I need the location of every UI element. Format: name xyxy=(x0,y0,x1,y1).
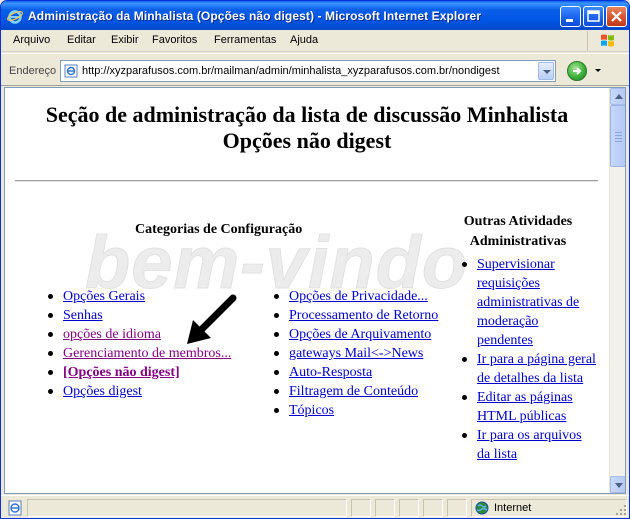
link-opcoes-digest[interactable]: Opções digest xyxy=(63,384,142,399)
menu-ajuda[interactable]: Ajuda xyxy=(290,34,318,46)
globe-icon xyxy=(475,501,489,515)
status-text-pane xyxy=(27,499,347,517)
close-icon xyxy=(611,11,622,22)
current-section-label: [Opções não digest] xyxy=(63,365,180,380)
list-item: Auto-Resposta xyxy=(274,363,439,382)
link-processamento-retorno[interactable]: Processamento de Retorno xyxy=(289,308,438,323)
status-pane xyxy=(375,499,395,517)
address-bar: Endereço http://xyzparafusos.com.br/mail… xyxy=(1,53,629,86)
scroll-up-button[interactable] xyxy=(610,88,625,105)
page-icon xyxy=(64,64,78,78)
content-viewport: Seção de administração da lista de discu… xyxy=(4,87,626,494)
page-status-icon xyxy=(8,500,22,516)
ie-logo-icon xyxy=(7,10,23,24)
minimize-icon xyxy=(566,19,573,22)
list-item: Gerenciamento de membros... xyxy=(47,344,231,363)
other-activities-title: Outras Atividades Administrativas xyxy=(443,212,593,252)
list-item: Ir para a página geral de detalhes da li… xyxy=(462,350,597,388)
link-opcoes-gerais[interactable]: Opções Gerais xyxy=(63,289,145,304)
list-item: Ir para os arquivos da lista xyxy=(462,426,597,464)
security-zone-label: Internet xyxy=(494,502,532,514)
categories-list-col2: Opções de Privacidade... Processamento d… xyxy=(274,287,439,420)
go-button[interactable] xyxy=(567,61,587,81)
address-label: Endereço xyxy=(9,65,57,77)
list-item: Editar as páginas HTML públicas xyxy=(462,388,597,426)
address-url: http://xyzparafusos.com.br/mailman/admin… xyxy=(82,65,500,77)
web-page: Seção de administração da lista de discu… xyxy=(5,88,609,493)
link-topicos[interactable]: Tópicos xyxy=(289,403,334,418)
categories-title: Categorias de Configuração xyxy=(135,222,303,237)
page-title-line1: Seção de administração da lista de discu… xyxy=(45,102,569,127)
title-bar[interactable]: Administração da Minhalista (Opções não … xyxy=(1,1,629,30)
status-pane xyxy=(399,499,419,517)
scroll-down-button[interactable] xyxy=(610,476,625,493)
address-input[interactable]: http://xyzparafusos.com.br/mailman/admin… xyxy=(60,60,556,82)
window-title: Administração da Minhalista (Opções não … xyxy=(28,9,482,23)
link-gerenciamento-membros[interactable]: Gerenciamento de membros... xyxy=(63,346,231,361)
link-filtragem-conteudo[interactable]: Filtragem de Conteúdo xyxy=(289,384,418,399)
menu-editar[interactable]: Editar xyxy=(67,34,96,46)
vertical-scrollbar[interactable] xyxy=(609,88,625,493)
menu-arquivo[interactable]: Arquivo xyxy=(13,34,50,46)
other-title-line2: Administrativas xyxy=(469,234,567,249)
other-title-line1: Outras Atividades xyxy=(463,214,573,229)
link-arquivos-lista[interactable]: Ir para os arquivos da lista xyxy=(477,428,582,462)
status-pane xyxy=(423,499,443,517)
minimize-button[interactable] xyxy=(560,6,581,27)
menu-exibir[interactable]: Exibir xyxy=(111,34,139,46)
other-activities-list: Supervisionar requisições administrativa… xyxy=(462,255,597,464)
horizontal-rule xyxy=(15,180,598,182)
list-item: Supervisionar requisições administrativa… xyxy=(462,255,597,350)
menu-favoritos[interactable]: Favoritos xyxy=(152,34,197,46)
list-item: Tópicos xyxy=(274,401,439,420)
arrow-right-icon xyxy=(573,67,582,75)
browser-window: Administração da Minhalista (Opções não … xyxy=(0,0,630,519)
chevron-down-icon[interactable] xyxy=(595,69,601,72)
list-item: Opções digest xyxy=(47,382,231,401)
link-gateways[interactable]: gateways Mail<->News xyxy=(289,346,423,361)
link-pagina-detalhes[interactable]: Ir para a página geral de detalhes da li… xyxy=(477,352,596,386)
resize-grip-icon[interactable] xyxy=(615,504,627,516)
list-item: Filtragem de Conteúdo xyxy=(274,382,439,401)
status-pane xyxy=(447,499,467,517)
menu-ferramentas[interactable]: Ferramentas xyxy=(214,34,276,46)
link-privacidade[interactable]: Opções de Privacidade... xyxy=(289,289,428,304)
list-item: Processamento de Retorno xyxy=(274,306,439,325)
maximize-icon xyxy=(587,10,600,22)
list-item: Opções de Privacidade... xyxy=(274,287,439,306)
list-item: [Opções não digest] xyxy=(47,363,231,382)
link-editar-html[interactable]: Editar as páginas HTML públicas xyxy=(477,390,573,424)
page-title-line2: Opções não digest xyxy=(222,128,392,153)
windows-flag-icon xyxy=(587,31,627,51)
status-pane xyxy=(351,499,371,517)
link-arquivamento[interactable]: Opções de Arquivamento xyxy=(289,327,431,342)
link-supervisionar-requisicoes[interactable]: Supervisionar requisições administrativa… xyxy=(477,257,579,348)
close-button[interactable] xyxy=(606,6,627,27)
list-item: gateways Mail<->News xyxy=(274,344,439,363)
menu-bar: Arquivo Editar Exibir Favoritos Ferramen… xyxy=(1,30,629,52)
scroll-thumb[interactable] xyxy=(610,105,625,167)
maximize-button[interactable] xyxy=(583,6,604,27)
address-dropdown-button[interactable] xyxy=(538,62,554,80)
list-item: Opções de Arquivamento xyxy=(274,325,439,344)
pointer-arrow-icon xyxy=(187,294,237,344)
link-senhas[interactable]: Senhas xyxy=(63,308,103,323)
status-bar: Internet xyxy=(1,495,629,518)
link-auto-resposta[interactable]: Auto-Resposta xyxy=(289,365,372,380)
link-opcoes-idioma[interactable]: opções de idioma xyxy=(63,327,161,342)
page-title: Seção de administração da lista de discu… xyxy=(5,102,609,154)
